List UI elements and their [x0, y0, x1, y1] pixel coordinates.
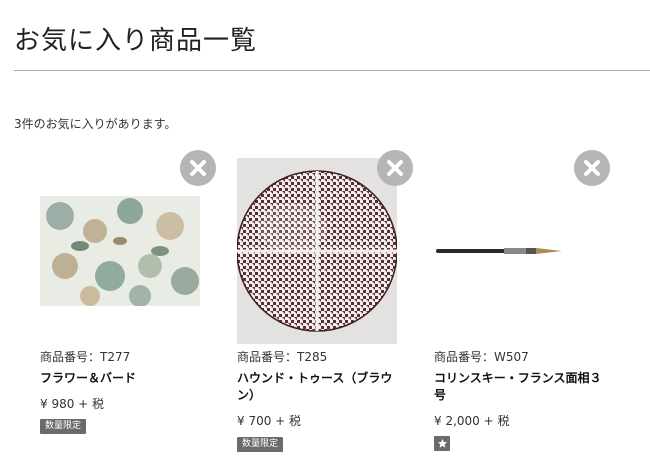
houndstooth-plate-icon — [237, 170, 397, 332]
product-price: ¥ 700 + 税 — [237, 414, 302, 428]
product-image[interactable] — [434, 158, 594, 344]
favorites-count: 3件のお気に入りがあります。 — [14, 117, 177, 131]
close-icon — [387, 160, 403, 176]
paint-brush-icon — [436, 248, 562, 254]
product-image[interactable] — [40, 158, 200, 344]
product-code: 商品番号：T285 — [237, 350, 328, 364]
divider — [14, 70, 650, 71]
page-title: お気に入り商品一覧 — [14, 26, 258, 56]
product-code: 商品番号：W507 — [434, 350, 529, 364]
remove-favorite-button[interactable] — [377, 150, 413, 186]
close-icon — [190, 160, 206, 176]
product-image[interactable] — [237, 158, 397, 344]
star-icon — [437, 438, 447, 448]
limited-badge: 数量限定 — [237, 437, 284, 452]
floral-bird-tile-pattern-icon — [40, 196, 200, 306]
star-badge — [434, 436, 450, 451]
product-price: ¥ 980 + 税 — [40, 397, 105, 411]
limited-badge: 数量限定 — [40, 419, 87, 434]
product-name[interactable]: フラワー＆バード — [40, 370, 210, 387]
remove-favorite-button[interactable] — [574, 150, 610, 186]
product-code: 商品番号：T277 — [40, 350, 131, 364]
product-name[interactable]: ハウンド・トゥース（ブラウン） — [237, 370, 407, 404]
product-name[interactable]: コリンスキー・フランス面相３号 — [434, 370, 604, 404]
close-icon — [584, 160, 600, 176]
product-price: ¥ 2,000 + 税 — [434, 414, 510, 428]
remove-favorite-button[interactable] — [180, 150, 216, 186]
